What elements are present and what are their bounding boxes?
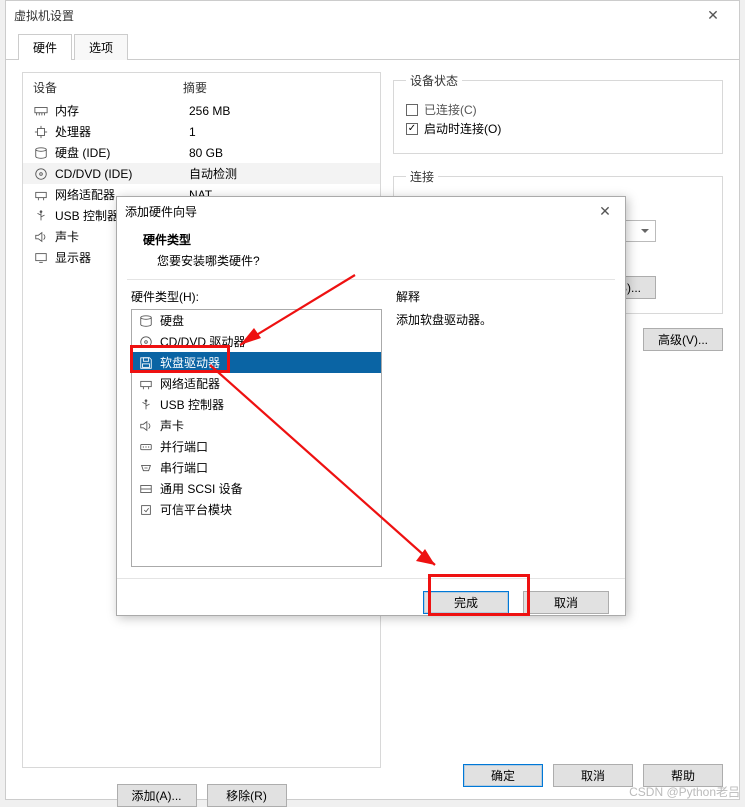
checkbox-icon: ✓ [406,123,418,135]
device-summary: 自动检测 [189,165,374,182]
hardware-type-label: 网络适配器 [160,375,220,392]
device-list-buttons: 添加(A)... 移除(R) [23,784,380,807]
device-name: 内存 [55,102,183,119]
tabs: 硬件 选项 [6,33,739,60]
cd-icon [138,334,154,350]
title-bar: 虚拟机设置 ✕ [6,1,739,29]
tpm-icon [138,502,154,518]
tab-options[interactable]: 选项 [74,34,128,60]
device-summary: 256 MB [189,104,374,118]
cpu-icon [33,124,49,140]
header-summary: 摘要 [183,79,207,96]
cancel-button[interactable]: 取消 [553,764,633,787]
close-icon[interactable]: ✕ [593,197,617,225]
wizard-list-label: 硬件类型(H): [131,288,382,305]
sound-icon [33,229,49,245]
explain-text: 添加软盘驱动器。 [396,311,611,328]
advanced-button[interactable]: 高级(V)... [643,328,723,351]
hardware-type-label: 可信平台模块 [160,501,232,518]
net-icon [33,187,49,203]
hardware-type-label: 软盘驱动器 [160,354,220,371]
disk-icon [33,145,49,161]
wizard-heading: 硬件类型 [143,231,599,248]
connection-legend: 连接 [406,168,438,185]
divider [127,279,615,280]
wizard-title: 添加硬件向导 [125,203,197,220]
hardware-type-item[interactable]: 串行端口 [132,457,381,478]
device-row[interactable]: 内存 256 MB [23,100,380,121]
finish-button[interactable]: 完成 [423,591,509,614]
wizard-list-column: 硬件类型(H): 硬盘 CD/DVD 驱动器软盘驱动器网络适配器 USB 控制器声卡… [131,288,382,578]
wizard-cancel-button[interactable]: 取消 [523,591,609,614]
dialog-buttons: 确定 取消 帮助 [463,764,723,787]
hardware-type-item[interactable]: USB 控制器 [132,394,381,415]
device-name: 硬盘 (IDE) [55,144,183,161]
add-button[interactable]: 添加(A)... [117,784,197,807]
wizard-explain-column: 解释 添加软盘驱动器。 [396,288,611,578]
device-row[interactable]: CD/DVD (IDE) 自动检测 [23,163,380,184]
parallel-icon [138,439,154,455]
connect-on-boot-label: 启动时连接(O) [424,120,501,137]
remove-button[interactable]: 移除(R) [207,784,287,807]
hardware-type-label: 硬盘 [160,312,184,329]
hardware-type-item[interactable]: 软盘驱动器 [132,352,381,373]
device-summary: 1 [189,125,374,139]
hardware-type-item[interactable]: 并行端口 [132,436,381,457]
disk-icon [138,313,154,329]
usb-icon [138,397,154,413]
hardware-type-label: 并行端口 [160,438,208,455]
device-name: 处理器 [55,123,183,140]
window-title: 虚拟机设置 [14,7,74,24]
serial-icon [138,460,154,476]
net-icon [138,376,154,392]
device-status-legend: 设备状态 [406,72,462,89]
wizard-buttons: 完成 取消 [117,578,625,626]
connect-on-boot-row[interactable]: ✓ 启动时连接(O) [406,120,710,137]
wizard-header: 硬件类型 您要安装哪类硬件? [117,225,625,279]
hardware-type-label: CD/DVD 驱动器 [160,333,245,350]
hardware-type-label: 声卡 [160,417,184,434]
display-icon [33,250,49,266]
hardware-type-label: 串行端口 [160,459,208,476]
cd-icon [33,166,49,182]
floppy-icon [138,355,154,371]
checkbox-icon [406,104,418,116]
hardware-type-item[interactable]: 网络适配器 [132,373,381,394]
hardware-type-item[interactable]: 可信平台模块 [132,499,381,520]
usb-icon [33,208,49,224]
hardware-type-item[interactable]: CD/DVD 驱动器 [132,331,381,352]
explain-label: 解释 [396,288,611,305]
device-row[interactable]: 硬盘 (IDE) 80 GB [23,142,380,163]
hardware-type-item[interactable]: 通用 SCSI 设备 [132,478,381,499]
device-row[interactable]: 处理器 1 [23,121,380,142]
hardware-type-label: 通用 SCSI 设备 [160,480,243,497]
hardware-type-label: USB 控制器 [160,396,224,413]
wizard-body: 硬件类型(H): 硬盘 CD/DVD 驱动器软盘驱动器网络适配器 USB 控制器声卡… [117,288,625,578]
ok-button[interactable]: 确定 [463,764,543,787]
memory-icon [33,103,49,119]
close-icon[interactable]: ✕ [695,1,731,29]
connected-checkbox-row[interactable]: 已连接(C) [406,101,710,118]
device-status-group: 设备状态 已连接(C) ✓ 启动时连接(O) [393,72,723,154]
hardware-type-list[interactable]: 硬盘 CD/DVD 驱动器软盘驱动器网络适配器 USB 控制器声卡并行端口串行端口通… [131,309,382,567]
add-hardware-wizard: 添加硬件向导 ✕ 硬件类型 您要安装哪类硬件? 硬件类型(H): 硬盘 CD/DV… [116,196,626,616]
wizard-subtitle: 您要安装哪类硬件? [143,252,599,269]
help-button[interactable]: 帮助 [643,764,723,787]
sound-icon [138,418,154,434]
connected-label: 已连接(C) [424,101,477,118]
hardware-type-item[interactable]: 硬盘 [132,310,381,331]
header-device: 设备 [33,79,183,96]
hardware-type-item[interactable]: 声卡 [132,415,381,436]
wizard-title-bar: 添加硬件向导 ✕ [117,197,625,225]
device-table-header: 设备 摘要 [23,73,380,100]
tab-hardware[interactable]: 硬件 [18,34,72,60]
device-summary: 80 GB [189,146,374,160]
scsi-icon [138,481,154,497]
device-name: CD/DVD (IDE) [55,167,183,181]
